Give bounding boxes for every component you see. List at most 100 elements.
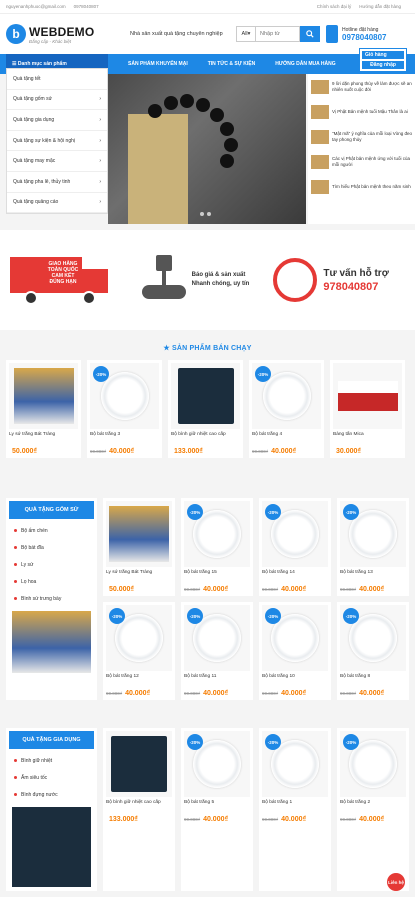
support-phone: 978040807: [323, 280, 379, 293]
cart-button[interactable]: Giỏ hàng: [362, 51, 404, 59]
product-name[interactable]: Bộ bình giữ nhiệt cao cấp: [106, 800, 172, 814]
product-image[interactable]: -20%: [184, 731, 250, 797]
product-image[interactable]: -20%: [340, 605, 406, 671]
product-image[interactable]: [106, 731, 172, 797]
sidebar-banner-image[interactable]: [12, 807, 91, 887]
product-image[interactable]: -20%: [184, 605, 250, 671]
product-name[interactable]: Bộ bát trắng 4: [252, 432, 321, 446]
factory-line1: Báo giá & sản xuất: [191, 272, 246, 278]
product-name[interactable]: Bộ bát trắng 5: [184, 800, 250, 814]
bead: [196, 98, 210, 112]
product-image[interactable]: -20%: [340, 501, 406, 567]
nav-promo[interactable]: SẢN PHẨM KHUYẾN MẠI: [128, 61, 188, 67]
product-card[interactable]: Bộ bình giữ nhiệt cao cấp 133.000₫: [103, 728, 175, 891]
product-card[interactable]: Bàng tấn Mica 30.000₫: [330, 360, 405, 458]
product-card[interactable]: -20% Bộ bát trắng 3 90.000₫ 40.000₫: [87, 360, 162, 458]
news-item[interactable]: Vị Phật Bản mệnh tuổi Mậu Thân là ai: [308, 99, 415, 124]
search-category-select[interactable]: All ▾: [236, 26, 256, 42]
order-guide-link[interactable]: Hướng dẫn đặt hàng: [359, 4, 401, 9]
category-item[interactable]: Quà tặng may mặc ›: [7, 151, 107, 172]
product-image[interactable]: [106, 501, 172, 567]
email-text[interactable]: nguyenanhphuoc@gmail.com: [6, 4, 66, 9]
news-item[interactable]: Tìm hiểu Phật bản mệnh theo năm sinh: [308, 174, 415, 199]
news-item[interactable]: Các vị Phật bản mệnh ứng với tuổi của mỗ…: [308, 149, 415, 174]
sidebar-link[interactable]: Bộ bát đĩa: [6, 539, 97, 556]
product-card[interactable]: -20% Bộ bát trắng 4 90.000₫ 40.000₫: [249, 360, 324, 458]
product-name[interactable]: Bộ bát trắng 13: [340, 570, 406, 584]
site-logo[interactable]: b WEBDEMO Đẳng cấp - Khác biệt: [6, 18, 116, 50]
product-name[interactable]: Bộ bát trắng 2: [340, 800, 406, 814]
nav-news[interactable]: TIN TỨC & SỰ KIỆN: [208, 61, 255, 67]
sidebar-link[interactable]: Bình giữ nhiệt: [6, 752, 97, 769]
nav-guide[interactable]: HƯỚNG DẪN MUA HÀNG: [275, 61, 335, 67]
sidebar-link[interactable]: Bình đựng nước: [6, 786, 97, 803]
product-card[interactable]: Ly sứ trắng Bát Tràng 50.000₫: [6, 360, 81, 458]
product-name[interactable]: Bộ bình giữ nhiệt cao cấp: [171, 432, 240, 446]
product-name[interactable]: Bộ bát trắng 3: [90, 432, 159, 446]
phone-text[interactable]: 0978040807: [74, 4, 99, 9]
product-image[interactable]: -20%: [262, 605, 328, 671]
product-card[interactable]: -20% Bộ bát trắng 15 90.000₫ 40.000₫: [181, 498, 253, 596]
product-card[interactable]: -20% Bộ bát trắng 5 90.000₫ 40.000₫: [181, 728, 253, 891]
product-image[interactable]: [333, 363, 402, 429]
search-button[interactable]: [300, 26, 320, 42]
search-input[interactable]: [256, 26, 300, 42]
category-item[interactable]: Quà tặng tết: [7, 69, 107, 90]
product-card[interactable]: Bộ bình giữ nhiệt cao cấp 133.000₫: [168, 360, 243, 458]
support-banner[interactable]: Tư vấn hỗ trợ 978040807: [273, 258, 405, 302]
product-image[interactable]: -20%: [106, 605, 172, 671]
product-image[interactable]: -20%: [340, 731, 406, 797]
product-card[interactable]: -20% Bộ bát trắng 13 90.000₫ 40.000₫: [337, 498, 409, 596]
product-name[interactable]: Bộ bát trắng 11: [184, 674, 250, 688]
category-item[interactable]: Quà tặng quảng cáo ›: [7, 193, 107, 214]
product-card[interactable]: -20% Bộ bát trắng 10 90.000₫ 40.000₫: [259, 602, 331, 700]
product-name[interactable]: Bộ bát trắng 1: [262, 800, 328, 814]
product-name[interactable]: Bộ bát trắng 14: [262, 570, 328, 584]
bestseller-title-text: SẢN PHẨM BÁN CHẠY: [172, 345, 252, 352]
ceramic-heading[interactable]: QUÀ TẶNG GỐM SỨ: [9, 501, 94, 519]
product-image[interactable]: -20%: [262, 731, 328, 797]
sidebar-link[interactable]: Lọ hoa: [6, 573, 97, 590]
product-card[interactable]: -20% Bộ bát trắng 8 90.000₫ 40.000₫: [337, 602, 409, 700]
product-card[interactable]: -20% Bộ bát trắng 14 90.000₫ 40.000₫: [259, 498, 331, 596]
product-name[interactable]: Ly sứ trắng Bát Tràng: [106, 570, 172, 584]
chat-button[interactable]: Liên hệ: [387, 873, 405, 891]
news-item[interactable]: "Mật mã" ý nghĩa của mỗi loại Vòng đeo t…: [308, 124, 415, 149]
sidebar-link[interactable]: Ấm siêu tốc: [6, 769, 97, 786]
news-item[interactable]: 9 lời dặn phong thủy về làm được sẽ an n…: [308, 74, 415, 99]
product-name[interactable]: Bộ bát trắng 15: [184, 570, 250, 584]
product-name[interactable]: Bộ bát trắng 12: [106, 674, 172, 688]
slider-dot[interactable]: [207, 212, 211, 216]
hero-slider[interactable]: [108, 74, 306, 224]
category-item[interactable]: Quà tặng sự kiện & hội nghị ›: [7, 131, 107, 152]
slider-dot[interactable]: [200, 212, 204, 216]
sidebar-link[interactable]: Bình sứ trưng bày: [6, 590, 97, 607]
product-card[interactable]: -20% Bộ bát trắng 12 90.000₫ 40.000₫: [103, 602, 175, 700]
household-heading[interactable]: QUÀ TẶNG GIA DỤNG: [9, 731, 94, 749]
product-card[interactable]: -20% Bộ bát trắng 2 90.000₫ 40.000₫: [337, 728, 409, 891]
product-card[interactable]: -20% Bộ bát trắng 1 90.000₫ 40.000₫: [259, 728, 331, 891]
category-item[interactable]: Quà tặng pha lê, thủy tinh ›: [7, 172, 107, 193]
product-image[interactable]: -20%: [252, 363, 321, 429]
category-item[interactable]: Quà tặng gia dụng ›: [7, 110, 107, 131]
sidebar-banner-image[interactable]: [12, 611, 91, 673]
product-image[interactable]: -20%: [262, 501, 328, 567]
product-image[interactable]: [9, 363, 78, 429]
sidebar-link[interactable]: Bộ ấm chén: [6, 522, 97, 539]
product-card[interactable]: Ly sứ trắng Bát Tràng 50.000₫: [103, 498, 175, 596]
hotline[interactable]: Hotline đặt hàng 0978040807: [326, 25, 387, 43]
product-name[interactable]: Ly sứ trắng Bát Tràng: [9, 432, 78, 446]
product-name[interactable]: Bàng tấn Mica: [333, 432, 402, 446]
login-button[interactable]: Đăng nhập: [362, 61, 404, 69]
news-thumbnail: [311, 104, 329, 119]
product-image[interactable]: -20%: [90, 363, 159, 429]
sidebar-link[interactable]: Ly sứ: [6, 556, 97, 573]
product-name[interactable]: Bộ bát trắng 10: [262, 674, 328, 688]
category-item[interactable]: Quà tặng gốm sứ ›: [7, 90, 107, 111]
product-image[interactable]: -20%: [184, 501, 250, 567]
factory-banner: Báo giá & sản xuất Nhanh chóng, uy tín: [141, 255, 274, 305]
product-card[interactable]: -20% Bộ bát trắng 11 90.000₫ 40.000₫: [181, 602, 253, 700]
product-image[interactable]: [171, 363, 240, 429]
product-name[interactable]: Bộ bát trắng 8: [340, 674, 406, 688]
agent-policy-link[interactable]: Chính sách đại lý: [317, 4, 352, 9]
